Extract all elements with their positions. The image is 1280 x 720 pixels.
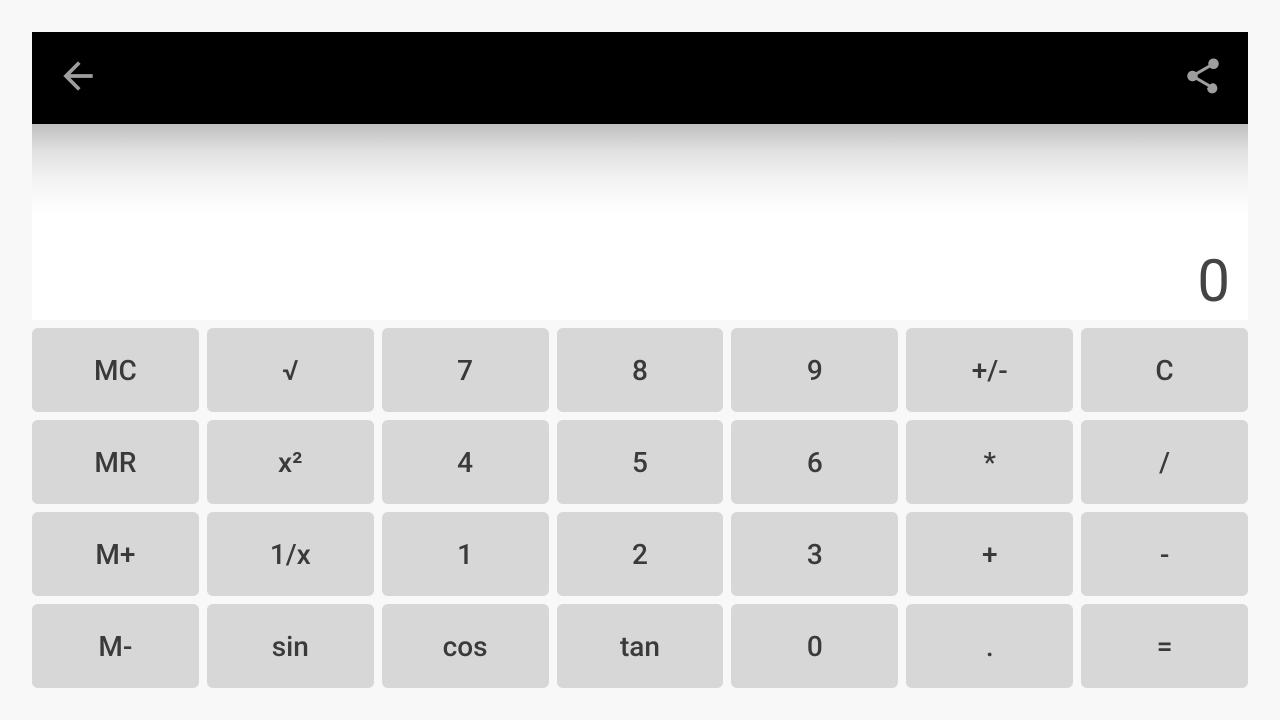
share-icon xyxy=(1182,55,1224,97)
digit-9-button[interactable]: 9 xyxy=(731,328,898,412)
reciprocal-button[interactable]: 1/x xyxy=(207,512,374,596)
add-button[interactable]: + xyxy=(906,512,1073,596)
display-area: 0 xyxy=(32,124,1248,320)
arrow-left-icon xyxy=(56,54,100,98)
digit-8-button[interactable]: 8 xyxy=(557,328,724,412)
digit-2-button[interactable]: 2 xyxy=(557,512,724,596)
digit-6-button[interactable]: 6 xyxy=(731,420,898,504)
calculator-window: 0 MC√789+/-C MRx²456*/ M+1/x123+- M-sincost… xyxy=(32,32,1248,688)
memory-recall-button[interactable]: MR xyxy=(32,420,199,504)
memory-clear-button[interactable]: MC xyxy=(32,328,199,412)
digit-1-button[interactable]: 1 xyxy=(382,512,549,596)
sqrt-button[interactable]: √ xyxy=(207,328,374,412)
back-button[interactable] xyxy=(56,54,100,102)
multiply-button[interactable]: * xyxy=(906,420,1073,504)
digit-3-button[interactable]: 3 xyxy=(731,512,898,596)
memory-subtract-button[interactable]: M- xyxy=(32,604,199,688)
sin-button[interactable]: sin xyxy=(207,604,374,688)
tan-button[interactable]: tan xyxy=(557,604,724,688)
cos-button[interactable]: cos xyxy=(382,604,549,688)
header-bar xyxy=(32,32,1248,124)
display-shadow xyxy=(32,124,1248,214)
digit-0-button[interactable]: 0 xyxy=(731,604,898,688)
negate-button[interactable]: +/- xyxy=(906,328,1073,412)
display-value: 0 xyxy=(1197,248,1230,316)
decimal-button[interactable]: . xyxy=(906,604,1073,688)
equals-button[interactable]: = xyxy=(1081,604,1248,688)
digit-7-button[interactable]: 7 xyxy=(382,328,549,412)
share-button[interactable] xyxy=(1182,55,1224,101)
memory-add-button[interactable]: M+ xyxy=(32,512,199,596)
subtract-button[interactable]: - xyxy=(1081,512,1248,596)
divide-button[interactable]: / xyxy=(1081,420,1248,504)
digit-4-button[interactable]: 4 xyxy=(382,420,549,504)
clear-button[interactable]: C xyxy=(1081,328,1248,412)
keypad: MC√789+/-C MRx²456*/ M+1/x123+- M-sincostan… xyxy=(32,320,1248,688)
digit-5-button[interactable]: 5 xyxy=(557,420,724,504)
square-button[interactable]: x² xyxy=(207,420,374,504)
